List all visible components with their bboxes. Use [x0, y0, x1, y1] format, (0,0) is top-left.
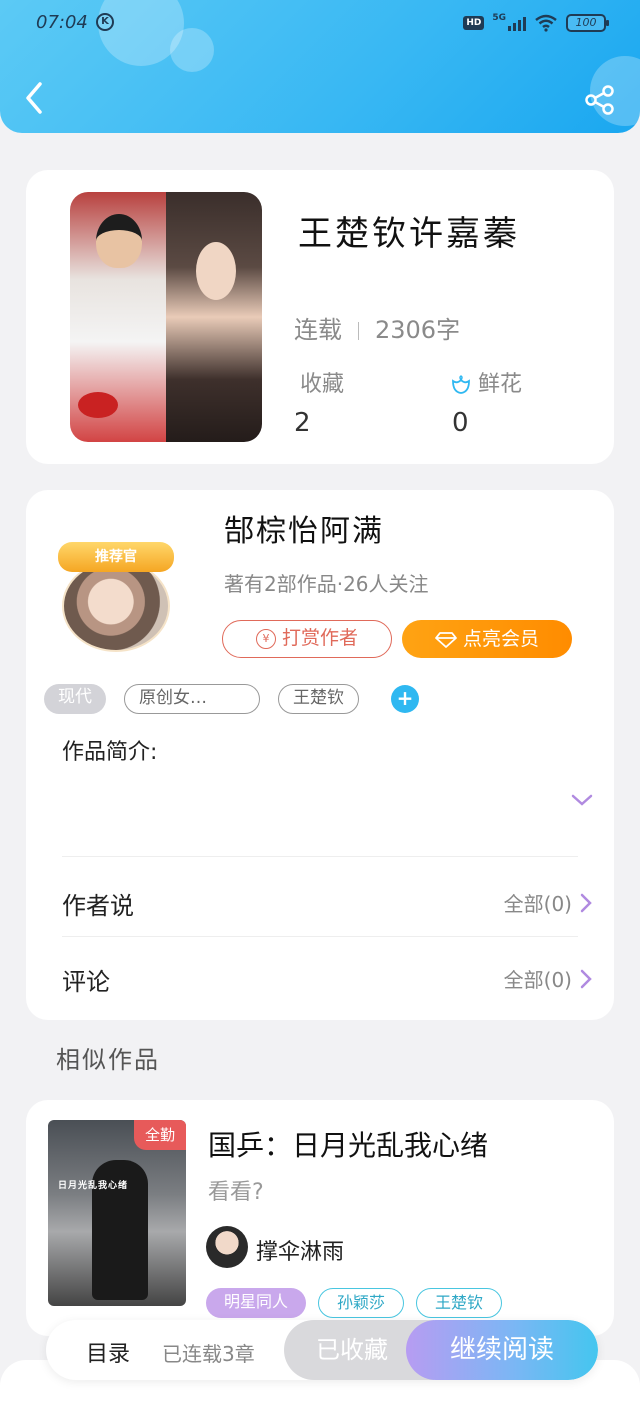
comments-count: 全部(0) [503, 968, 572, 992]
top-header: 07:04 K HD 5G 100 [0, 0, 640, 133]
serial-status-label: 连载 [294, 316, 342, 344]
similar-work-card[interactable]: 日月光乱我心绪 全勤 国乒：日月光乱我心绪 看看? 撑伞淋雨 明星同人 孙颖莎 … [26, 1100, 614, 1336]
share-icon[interactable] [584, 84, 616, 116]
author-avatar-wrap[interactable]: 推荐官 [58, 542, 174, 654]
network-label: 5G [492, 13, 506, 23]
k-badge-icon: K [96, 13, 114, 31]
vip-button[interactable]: 点亮会员 [402, 620, 572, 658]
serial-chapters: 已连载3章 [162, 1342, 255, 1366]
tip-author-button[interactable]: ¥ 打赏作者 [222, 620, 392, 658]
comments-label: 评论 [62, 968, 110, 996]
similar-works-title: 相似作品 [56, 1046, 160, 1074]
add-tag-button[interactable]: + [391, 685, 419, 713]
recommend-badge: 推荐官 [58, 542, 174, 572]
serial-status: 连载 2306字 [294, 310, 460, 345]
similar-tag[interactable]: 孙颖莎 [318, 1288, 405, 1318]
flowers-label: 鲜花 [478, 372, 523, 397]
similar-work-desc: 看看? [208, 1180, 264, 1205]
vip-label: 点亮会员 [462, 628, 539, 650]
comments-count-wrap: 全部(0) [504, 964, 592, 993]
diamond-icon [435, 631, 457, 648]
comments-row[interactable]: 评论 全部(0) [62, 942, 592, 1012]
similar-tag[interactable]: 王楚钦 [416, 1288, 503, 1318]
flower-icon [452, 375, 470, 394]
full-attendance-badge: 全勤 [134, 1120, 186, 1150]
cover-right-image [166, 192, 262, 442]
cover-left-image [70, 192, 166, 442]
favorites-label: 收藏 [300, 372, 345, 397]
yen-icon: ¥ [255, 628, 276, 649]
author-meta: 著有2部作品·26人关注 [224, 572, 429, 596]
author-name[interactable]: 郜棕怡阿满 [224, 506, 384, 550]
author-says-label: 作者说 [62, 892, 134, 920]
similar-tag[interactable]: 明星同人 [206, 1288, 307, 1318]
signal-icon [508, 15, 526, 31]
tag-item[interactable]: 现代 [44, 684, 106, 714]
back-icon[interactable] [22, 80, 48, 116]
chevron-right-icon [580, 893, 592, 912]
author-says-row[interactable]: 作者说 全部(0) [62, 866, 592, 936]
similar-work-title[interactable]: 国乒：日月光乱我心绪 [208, 1124, 488, 1164]
author-avatar[interactable] [62, 560, 170, 652]
similar-tags: 明星同人 孙颖莎 王楚钦 [206, 1288, 514, 1318]
tip-author-label: 打赏作者 [281, 627, 358, 649]
wifi-icon [535, 14, 557, 32]
toc-button[interactable]: 目录 [86, 1336, 130, 1368]
decor-bubble [170, 28, 214, 72]
tag-item[interactable]: 原创女… [124, 684, 260, 714]
status-time: 07:04 [36, 12, 88, 33]
hd-icon: HD [463, 16, 485, 30]
chevron-down-icon[interactable] [570, 792, 594, 808]
intro-label: 作品简介: [62, 740, 158, 765]
author-says-count: 全部(0) [503, 892, 572, 916]
similar-author-avatar[interactable] [206, 1226, 248, 1268]
word-count: 2306字 [375, 316, 461, 344]
continue-reading-button[interactable]: 继续阅读 [406, 1320, 598, 1380]
chevron-right-icon [580, 969, 592, 988]
author-card: 推荐官 郜棕怡阿满 著有2部作品·26人关注 ¥ 打赏作者 点亮会员 现代 原创女… [26, 490, 614, 1020]
similar-work-cover[interactable]: 日月光乱我心绪 全勤 [48, 1120, 186, 1306]
similar-author-name[interactable]: 撑伞淋雨 [256, 1234, 344, 1266]
book-tags: 现代 原创女… 王楚钦 + [44, 684, 419, 714]
flowers-value: 0 [452, 408, 469, 438]
bottom-action-bar: 目录 已连载3章 已收藏 继续阅读 [46, 1320, 598, 1380]
favorites-value: 2 [294, 408, 311, 438]
book-cover[interactable] [70, 192, 262, 442]
similar-cover-caption: 日月光乱我心绪 [58, 1181, 129, 1191]
book-info-card: 王楚钦许嘉蓁 连载 2306字 收藏 2 鲜花 0 [26, 170, 614, 464]
book-title: 王楚钦许嘉蓁 [298, 214, 520, 254]
battery-icon: 100 [566, 14, 609, 32]
status-icons: HD 5G 100 [463, 13, 609, 32]
author-says-count-wrap: 全部(0) [504, 888, 592, 917]
tag-item[interactable]: 王楚钦 [278, 684, 359, 714]
flowers-stat: 鲜花 [450, 366, 522, 398]
divider [62, 856, 578, 857]
divider [62, 936, 578, 937]
